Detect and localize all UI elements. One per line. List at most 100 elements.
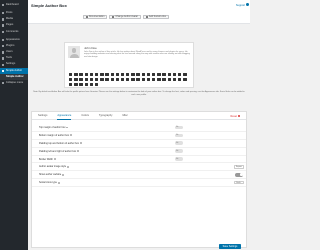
social-icon[interactable] <box>131 73 135 77</box>
social-icon[interactable] <box>84 77 88 82</box>
social-icon[interactable] <box>74 77 78 82</box>
social-icon[interactable] <box>126 73 130 77</box>
setting-toggle[interactable]: No <box>175 133 183 138</box>
document-icon <box>86 16 88 18</box>
setting-toggle[interactable]: No <box>175 149 183 153</box>
social-icon[interactable] <box>183 73 187 77</box>
social-icon[interactable] <box>136 77 140 82</box>
social-icon[interactable] <box>84 73 88 77</box>
social-icon[interactable] <box>74 82 78 87</box>
setting-label: Padding top and bottom of author box <box>39 141 80 145</box>
social-icon[interactable] <box>146 77 151 82</box>
help-icon[interactable] <box>80 142 82 145</box>
social-icon[interactable] <box>115 77 120 82</box>
support-link[interactable]: Support <box>236 4 245 7</box>
social-icon[interactable] <box>126 77 130 82</box>
social-icons <box>69 73 191 87</box>
help-icon[interactable] <box>70 134 72 137</box>
help-icon[interactable] <box>77 150 80 153</box>
social-icon[interactable] <box>69 73 73 77</box>
social-icon[interactable] <box>167 73 171 77</box>
link-icon <box>145 16 148 18</box>
save-settings-button[interactable]: Save Settings <box>219 244 241 249</box>
social-icon[interactable] <box>115 73 120 77</box>
social-icon[interactable] <box>136 73 140 77</box>
tab-appearance[interactable]: Appearance <box>57 112 72 120</box>
page-header: Simple Author Box Support Documentation … <box>28 0 250 24</box>
social-icon[interactable] <box>157 73 161 77</box>
social-icon[interactable] <box>69 82 73 87</box>
social-icon[interactable] <box>177 77 182 82</box>
social-icon[interactable] <box>100 73 104 77</box>
social-icon[interactable] <box>89 73 94 77</box>
social-icon[interactable] <box>110 73 114 77</box>
social-icons-type-select[interactable]: Circle <box>234 180 244 185</box>
social-icon[interactable] <box>146 73 151 77</box>
documentation-button[interactable]: Documentation <box>83 15 108 19</box>
change-avatar-button[interactable]: Change Author Avatar <box>109 15 141 19</box>
help-icon[interactable] <box>57 181 60 184</box>
posts-icon <box>2 12 5 15</box>
help-icon[interactable] <box>66 126 69 129</box>
social-icon[interactable] <box>89 82 94 87</box>
social-icon[interactable] <box>172 77 177 82</box>
social-icon[interactable] <box>120 73 125 77</box>
social-icon[interactable] <box>141 73 146 77</box>
setting-toggle[interactable]: No <box>175 157 183 161</box>
social-icon[interactable] <box>79 82 83 87</box>
tab-settings[interactable]: Settings <box>38 112 47 120</box>
help-icon[interactable] <box>62 173 64 176</box>
social-icon[interactable] <box>105 77 109 82</box>
media-icon <box>2 18 5 21</box>
users-icon <box>2 51 5 54</box>
tab-typography[interactable]: Typography <box>99 112 113 120</box>
social-icon[interactable] <box>84 82 88 87</box>
social-icon[interactable] <box>167 77 171 82</box>
setting-label: Top margin of author box <box>39 125 66 129</box>
social-icon[interactable] <box>152 77 156 82</box>
appearance-icon <box>2 38 5 42</box>
social-icon[interactable] <box>69 77 73 82</box>
social-icon[interactable] <box>141 77 146 82</box>
social-icon[interactable] <box>172 73 177 77</box>
settings-icon <box>2 63 5 66</box>
social-icon[interactable] <box>74 73 78 77</box>
social-icon[interactable] <box>110 77 114 82</box>
setting-toggle[interactable]: No <box>175 141 183 146</box>
reset-link[interactable]: Reset <box>230 115 240 118</box>
collapse-menu[interactable]: Collapse menu <box>0 80 28 86</box>
dashboard-icon <box>2 3 5 7</box>
help-icon[interactable] <box>53 158 56 160</box>
social-icon[interactable] <box>94 82 99 87</box>
social-icon[interactable] <box>79 77 83 82</box>
settings-tabs: Settings Appearance Colors Typography Mi… <box>32 112 246 120</box>
social-icon[interactable] <box>157 77 161 82</box>
social-icon[interactable] <box>177 73 182 77</box>
social-icon[interactable] <box>100 77 104 82</box>
add-social-links-button[interactable]: Add Social Links <box>142 15 169 19</box>
tools-icon <box>2 57 5 60</box>
submenu-item-simple-author[interactable]: Simple Author <box>0 75 28 80</box>
social-icon[interactable] <box>152 73 156 77</box>
help-icon[interactable] <box>67 166 69 168</box>
social-icon[interactable] <box>162 73 166 77</box>
reset-icon <box>238 115 240 117</box>
social-icon[interactable] <box>120 77 125 82</box>
tab-misc[interactable]: Misc <box>122 112 127 120</box>
author-name[interactable]: John Doe <box>84 46 97 50</box>
social-icon[interactable] <box>131 77 135 82</box>
setting-toggle[interactable]: No <box>175 125 183 130</box>
social-icon[interactable] <box>94 73 99 77</box>
author-box-preview: John Doe John Doe is the author of this … <box>64 42 194 88</box>
help-icon[interactable] <box>245 3 249 7</box>
social-icon[interactable] <box>79 73 83 77</box>
social-icon[interactable] <box>105 73 109 77</box>
avatar-style-select[interactable]: Square <box>234 165 244 169</box>
social-icon[interactable] <box>162 77 166 82</box>
social-icon[interactable] <box>183 77 187 82</box>
social-icon[interactable] <box>89 77 94 82</box>
show-website-switch[interactable] <box>235 172 243 177</box>
setting-row: Top margin of author box No <box>32 124 246 132</box>
social-icon[interactable] <box>94 77 99 82</box>
tab-colors[interactable]: Colors <box>81 112 89 120</box>
